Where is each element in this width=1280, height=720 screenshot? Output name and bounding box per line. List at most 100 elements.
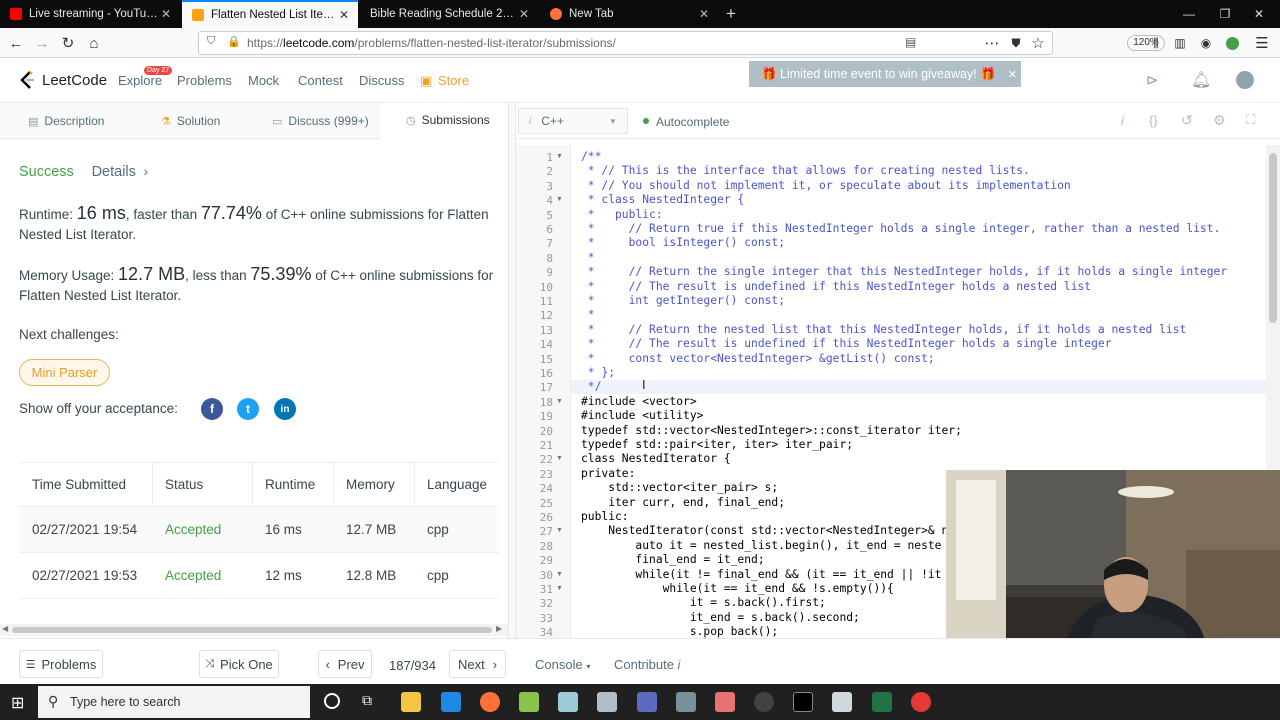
scroll-left-icon[interactable]: ◀ [2,624,8,633]
code-line[interactable]: * // Return the nested list that this Ne… [581,323,1187,337]
app-icon[interactable] [754,692,774,712]
taskbar-search-input[interactable]: ⚲ Type here to search [38,686,310,718]
fold-arrow-icon[interactable]: ▼ [556,398,563,405]
chevron-right-icon[interactable]: › [144,164,149,179]
close-tab-icon[interactable]: ✕ [696,7,712,21]
back-icon[interactable]: ← [6,33,26,53]
code-line[interactable]: */ [581,380,602,394]
code-line[interactable]: * }; [581,366,615,380]
panel-resize-handle[interactable] [508,103,516,638]
code-line[interactable]: it_end = s.back().second; [581,611,860,625]
column-header[interactable]: Status [152,463,203,506]
tab-submissions[interactable]: ◷ Submissions [380,103,508,139]
challenge-mini-parser-button[interactable]: Mini Parser [19,359,110,386]
app-icon[interactable] [637,692,657,712]
calculator-icon[interactable] [676,692,696,712]
fold-arrow-icon[interactable]: ▼ [556,153,563,160]
library-icon[interactable]: ⫼ [1146,33,1166,53]
code-line[interactable]: * // You should not implement it, or spe… [581,179,1071,193]
code-line[interactable]: * // This is the interface that allows f… [581,164,1030,178]
browser-tab-leetcode[interactable]: Flatten Nested List Iterator - LeetCode … [182,0,358,28]
column-header[interactable]: Time Submitted [19,463,126,506]
code-line[interactable]: * class NestedInteger { [581,193,744,207]
table-row[interactable]: 02/27/2021 19:53 Accepted 12 ms 12.8 MB … [19,553,499,599]
code-line[interactable]: * [581,251,595,265]
code-line[interactable]: * // Return true if this NestedInteger h… [581,222,1221,236]
scroll-right-icon[interactable]: ▶ [496,624,502,633]
scrollbar-thumb[interactable] [1269,153,1277,323]
code-line[interactable]: #include <utility> [581,409,703,423]
forward-icon[interactable]: → [32,33,52,53]
code-line[interactable]: auto it = nested_list.begin(), it_end = … [581,539,941,553]
code-line[interactable]: * [581,308,595,322]
playground-icon[interactable]: ⊳ [1146,71,1159,89]
code-line[interactable]: * // The result is undefined if this Nes… [581,280,1091,294]
avatar[interactable] [1236,71,1254,89]
page-actions-icon[interactable]: ⋯ [982,33,1002,53]
braces-icon[interactable]: {} [1149,113,1158,128]
code-line[interactable]: public: [581,510,629,524]
status-accepted-link[interactable]: Accepted [152,507,221,552]
fold-arrow-icon[interactable]: ▼ [556,527,563,534]
code-line[interactable]: typedef std::pair<iter, iter> iter_pair; [581,438,853,452]
terminal-icon[interactable] [793,692,813,712]
tab-discuss[interactable]: ▭ Discuss (999+) [252,103,380,139]
nav-problems[interactable]: Problems [177,73,232,88]
app-icon[interactable] [597,692,617,712]
url-bar[interactable]: ⛉ 🔒 https://leetcode.com/problems/flatte… [198,31,1165,55]
store-icon[interactable]: ▣ [420,73,432,89]
home-icon[interactable]: ⌂ [84,33,104,53]
account-icon[interactable]: ◉ [1196,33,1216,53]
browser-tab-newtab[interactable]: New Tab ✕ [540,0,718,28]
code-line[interactable]: typedef std::vector<NestedInteger>::cons… [581,424,962,438]
code-line[interactable]: * // Return the single integer that this… [581,265,1227,279]
pocket-icon[interactable]: ⛊ [1006,33,1026,53]
console-toggle[interactable]: Console ▾ [535,657,590,672]
app-icon[interactable] [832,692,852,712]
autocomplete-toggle[interactable]: Autocomplete [656,115,729,129]
column-header[interactable]: Language [414,463,487,506]
reload-icon[interactable]: ↻ [58,33,78,53]
code-line[interactable]: iter curr, end, final_end; [581,496,785,510]
close-tab-icon[interactable]: ✕ [158,7,174,21]
lock-icon[interactable]: 🔒 [227,35,241,48]
code-line[interactable]: * bool isInteger() const; [581,236,785,250]
prev-button[interactable]: ‹ Prev [318,650,372,678]
close-icon[interactable]: ✕ [1008,68,1017,81]
column-header[interactable]: Runtime [252,463,315,506]
fold-arrow-icon[interactable]: ▼ [556,455,563,462]
code-line[interactable]: final_end = it_end; [581,553,764,567]
nav-contest[interactable]: Contest [298,73,343,88]
fold-arrow-icon[interactable]: ▼ [556,571,563,578]
problems-list-button[interactable]: ☰ Problems [19,650,103,678]
task-view-icon[interactable]: ⧉ [362,692,372,709]
notepad-plus-icon[interactable] [519,692,539,712]
tab-solution[interactable]: ⚗ Solution [126,103,252,139]
fold-arrow-icon[interactable]: ▼ [556,585,563,592]
table-row[interactable]: 02/27/2021 19:54 Accepted 16 ms 12.7 MB … [19,507,499,553]
pick-one-button[interactable]: ⤨ Pick One [199,650,279,678]
code-line[interactable]: std::vector<iter_pair> s; [581,481,778,495]
firefox-taskbar-icon[interactable] [480,692,500,712]
extension-icon[interactable] [1222,33,1242,53]
nav-mock[interactable]: Mock [248,73,279,88]
close-window-icon[interactable]: ✕ [1236,0,1280,28]
fullscreen-icon[interactable]: ⛶ [1246,112,1255,128]
code-line[interactable]: while(it != final_end && (it == it_end |… [581,568,941,582]
cortana-icon[interactable] [324,693,340,709]
browser-tab-youtube[interactable]: Live streaming - YouTube Studio ✕ [0,0,180,28]
code-line[interactable]: class NestedIterator { [581,452,731,466]
nav-explore[interactable]: Explore [118,73,162,88]
language-select[interactable]: i C++ ▼ [518,108,628,134]
settings-gear-icon[interactable]: ⚙ [1213,112,1226,129]
contribute-link[interactable]: Contribute i [614,657,680,672]
app-icon[interactable] [715,692,735,712]
nav-discuss[interactable]: Discuss [359,73,405,88]
horizontal-scrollbar[interactable]: ◀ ▶ [0,624,508,636]
code-line[interactable]: private: [581,467,635,481]
app-icon[interactable] [558,692,578,712]
bookmark-star-icon[interactable]: ☆ [1028,33,1048,53]
bell-icon[interactable]: 🔔︎ [1191,70,1211,90]
column-header[interactable]: Memory [333,463,395,506]
details-link[interactable]: Details [92,164,136,180]
